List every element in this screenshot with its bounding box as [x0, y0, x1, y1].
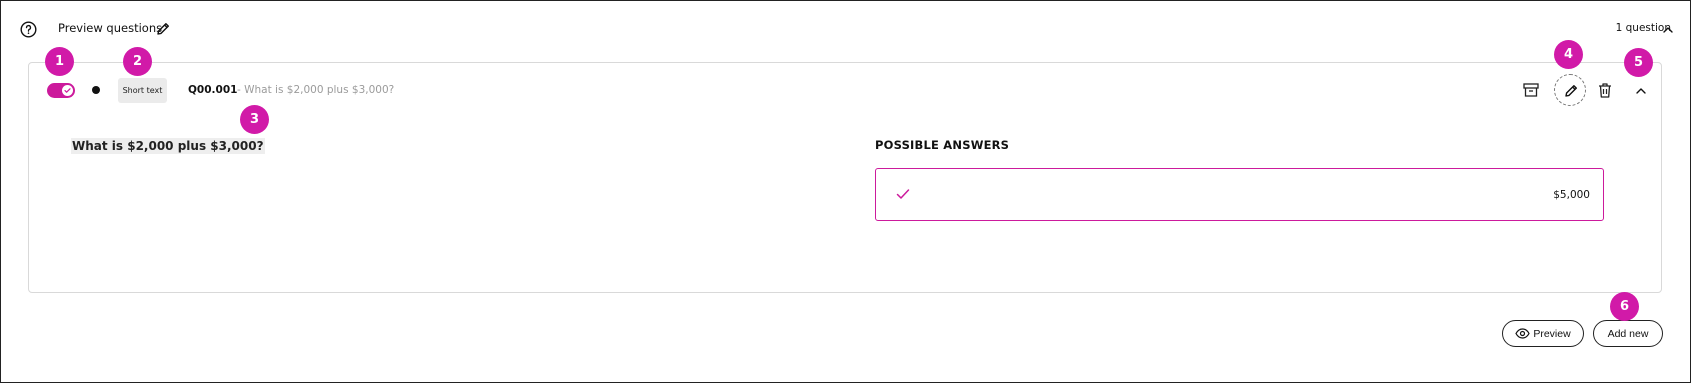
- callout-badge: 4: [1554, 40, 1583, 69]
- answer-value: $5,000: [1553, 189, 1590, 201]
- help-circle-icon[interactable]: [20, 21, 37, 38]
- preview-button[interactable]: Preview: [1502, 320, 1584, 347]
- question-type-chip: Short text: [118, 78, 167, 103]
- question-subtitle: - What is $2,000 plus $3,000?: [237, 84, 395, 96]
- chevron-up-icon[interactable]: [1661, 22, 1675, 36]
- chevron-up-icon[interactable]: [1634, 83, 1648, 97]
- question-code: Q00.001: [188, 84, 238, 96]
- page-title: Preview questions: [58, 21, 163, 35]
- pencil-icon: [1565, 85, 1577, 97]
- question-enabled-toggle[interactable]: [47, 83, 75, 98]
- pencil-icon[interactable]: [155, 21, 171, 37]
- edit-question-button[interactable]: [1554, 74, 1586, 106]
- status-dot: [92, 86, 100, 94]
- callout-badge: 6: [1610, 292, 1639, 321]
- callout-badge: 2: [123, 47, 152, 76]
- question-text: What is $2,000 plus $3,000?: [71, 138, 265, 154]
- preview-button-label: Preview: [1533, 327, 1571, 340]
- possible-answers-header: POSSIBLE ANSWERS: [875, 138, 1010, 152]
- eye-icon: [1515, 328, 1530, 339]
- toggle-knob: [62, 85, 73, 96]
- correct-check-icon: [895, 186, 911, 206]
- callout-badge: 1: [45, 47, 74, 76]
- add-new-button[interactable]: Add new: [1593, 320, 1663, 347]
- answer-option[interactable]: $5,000: [875, 168, 1604, 221]
- question-count: 1 question: [1615, 22, 1671, 34]
- callout-badge: 5: [1624, 48, 1653, 77]
- archive-icon[interactable]: [1522, 81, 1540, 99]
- callout-badge: 3: [240, 105, 269, 134]
- trash-icon[interactable]: [1596, 81, 1614, 99]
- check-icon: [64, 88, 71, 93]
- add-new-button-label: Add new: [1607, 327, 1649, 340]
